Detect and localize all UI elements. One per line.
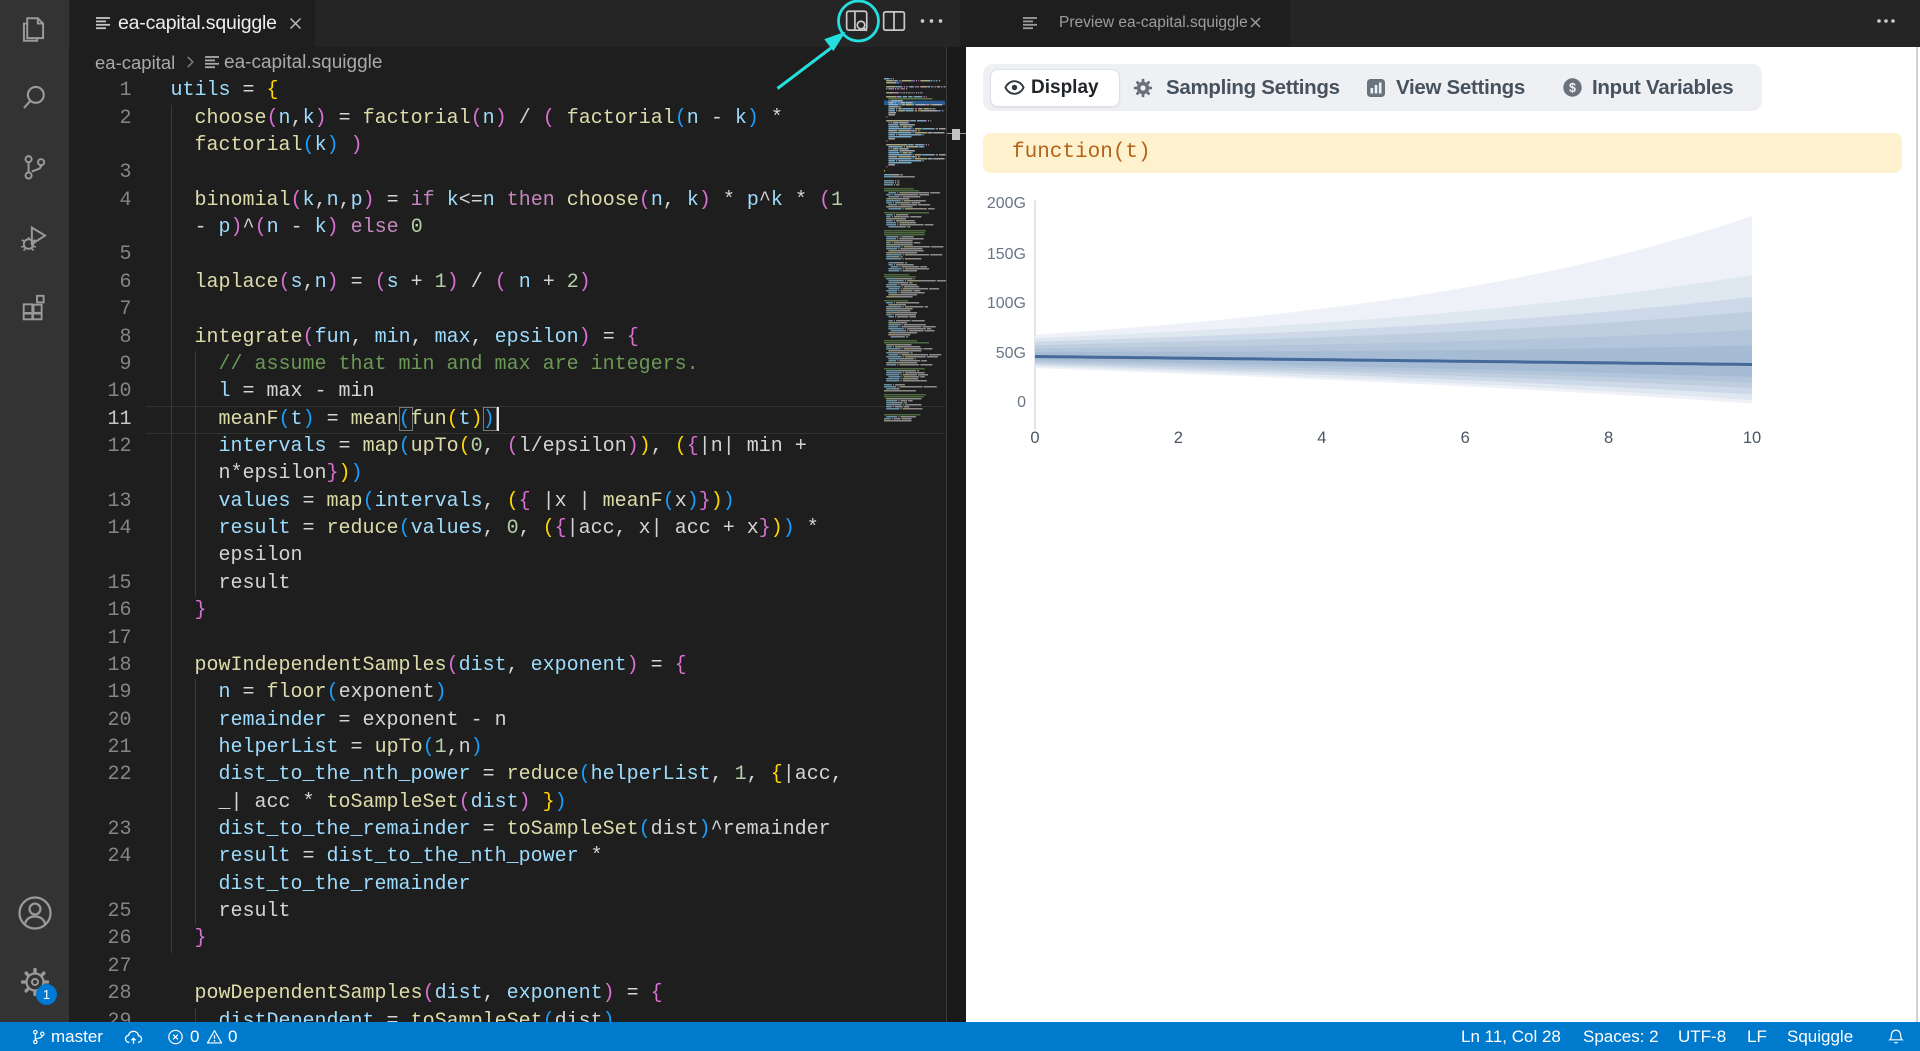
svg-text:100G: 100G bbox=[987, 295, 1026, 312]
svg-text:6: 6 bbox=[1461, 429, 1470, 447]
svg-text:150G: 150G bbox=[987, 246, 1026, 263]
svg-text:4: 4 bbox=[1317, 429, 1326, 447]
svg-text:8: 8 bbox=[1604, 429, 1613, 447]
svg-text:50G: 50G bbox=[996, 345, 1026, 362]
svg-text:10: 10 bbox=[1743, 429, 1761, 447]
svg-text:0: 0 bbox=[1030, 429, 1039, 447]
svg-text:2: 2 bbox=[1174, 429, 1183, 447]
svg-text:0: 0 bbox=[1017, 394, 1026, 411]
